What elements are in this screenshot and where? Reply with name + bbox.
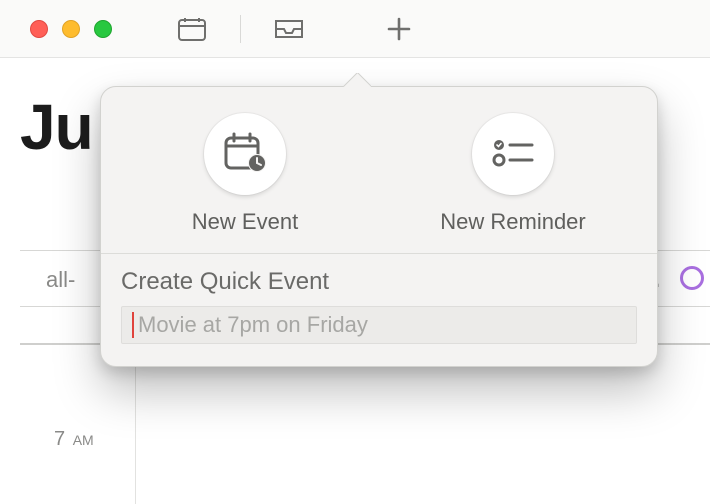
event-ring-icon[interactable] xyxy=(680,266,704,290)
popover-arrow xyxy=(343,73,371,87)
new-event-button[interactable]: New Event xyxy=(111,113,379,235)
calendars-toggle-button[interactable] xyxy=(174,13,210,45)
calendar-clock-icon xyxy=(222,131,268,178)
time-ampm: AM xyxy=(73,432,94,448)
new-event-label: New Event xyxy=(192,209,298,235)
new-reminder-button[interactable]: New Reminder xyxy=(379,113,647,235)
quick-event-field[interactable] xyxy=(121,306,637,344)
new-reminder-label: New Reminder xyxy=(440,209,586,235)
add-button[interactable] xyxy=(381,13,417,45)
month-label: Ju xyxy=(20,90,93,164)
add-popover: New Event New Reminder Create Quick Even… xyxy=(100,86,658,367)
grid-line xyxy=(135,343,136,504)
time-row-label: 7 AM xyxy=(54,428,94,451)
traffic-lights xyxy=(0,20,112,38)
text-cursor xyxy=(132,312,134,338)
inbox-icon xyxy=(273,17,305,41)
quick-event-section: Create Quick Event xyxy=(101,254,657,366)
new-reminder-circle xyxy=(472,113,554,195)
toolbar xyxy=(174,13,417,45)
toolbar-separator xyxy=(240,15,241,43)
list-bullets-icon xyxy=(490,135,536,174)
window-maximize-button[interactable] xyxy=(94,20,112,38)
time-hour: 7 xyxy=(54,428,65,450)
calendar-icon xyxy=(177,16,207,42)
plus-icon xyxy=(386,16,412,42)
window-close-button[interactable] xyxy=(30,20,48,38)
inbox-button[interactable] xyxy=(271,13,307,45)
allday-row-label: all- xyxy=(46,267,75,293)
window-titlebar xyxy=(0,0,710,58)
popover-actions: New Event New Reminder xyxy=(101,87,657,253)
new-event-circle xyxy=(204,113,286,195)
quick-event-input[interactable] xyxy=(138,312,636,338)
quick-event-label: Create Quick Event xyxy=(121,268,637,296)
window-minimize-button[interactable] xyxy=(62,20,80,38)
